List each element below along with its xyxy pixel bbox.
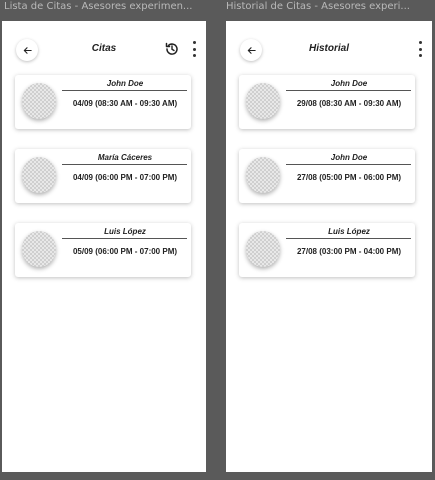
appointment-name: John Doe [106,79,144,88]
divider [62,90,187,91]
appointment-time: 04/09 (06:00 PM - 07:00 PM) [72,173,178,182]
appointment-name: María Cáceres [97,153,153,162]
appointment-name: John Doe [330,79,368,88]
divider [286,90,411,91]
frame-historial-de-citas: Historial de Citas - Asesores experi... … [226,0,434,480]
appointment-card[interactable]: John Doe 04/09 (08:30 AM - 09:30 AM) [15,75,191,129]
appointment-card[interactable]: Luis López 27/08 (03:00 PM - 04:00 PM) [239,223,415,277]
divider [286,238,411,239]
history-icon [165,42,178,55]
divider [286,164,411,165]
appointment-time: 29/08 (08:30 AM - 09:30 AM) [296,99,402,108]
more-options-button[interactable] [190,41,198,57]
appointment-card[interactable]: John Doe 27/08 (05:00 PM - 06:00 PM) [239,149,415,203]
app-bar: Historial [226,21,432,79]
appointment-card[interactable]: Luis López 05/09 (06:00 PM - 07:00 PM) [15,223,191,277]
appointment-time: 27/08 (05:00 PM - 06:00 PM) [296,173,402,182]
avatar [246,231,280,267]
appointment-card[interactable]: María Cáceres 04/09 (06:00 PM - 07:00 PM… [15,149,191,203]
divider [62,164,187,165]
more-options-button[interactable] [416,41,424,57]
more-vertical-icon [418,41,422,44]
screen-historial: Historial John Doe 29/08 (08:30 AM - 09:… [226,21,432,472]
appointment-time: 05/09 (06:00 PM - 07:00 PM) [72,247,178,256]
divider [62,238,187,239]
screen-citas: Citas John Doe 04/09 (08:30 AM - 09:30 A… [2,21,206,472]
appointment-name: Luis López [328,227,370,236]
app-bar: Citas [2,21,206,79]
avatar [246,83,280,119]
appointment-time: 27/08 (03:00 PM - 04:00 PM) [296,247,402,256]
frame-lista-de-citas: Lista de Citas - Asesores experimen... C… [0,0,208,480]
avatar [22,231,56,267]
avatar [22,157,56,193]
frame-title: Lista de Citas - Asesores experimen... [4,1,193,12]
appointment-time: 04/09 (08:30 AM - 09:30 AM) [72,99,178,108]
appointment-name: Luis López [104,227,146,236]
history-button[interactable] [162,39,182,59]
appointment-card[interactable]: John Doe 29/08 (08:30 AM - 09:30 AM) [239,75,415,129]
more-vertical-icon [192,41,196,44]
page-title: Historial [308,43,349,54]
frame-title: Historial de Citas - Asesores experi... [226,1,410,12]
avatar [22,83,56,119]
appointment-name: John Doe [330,153,368,162]
avatar [246,157,280,193]
